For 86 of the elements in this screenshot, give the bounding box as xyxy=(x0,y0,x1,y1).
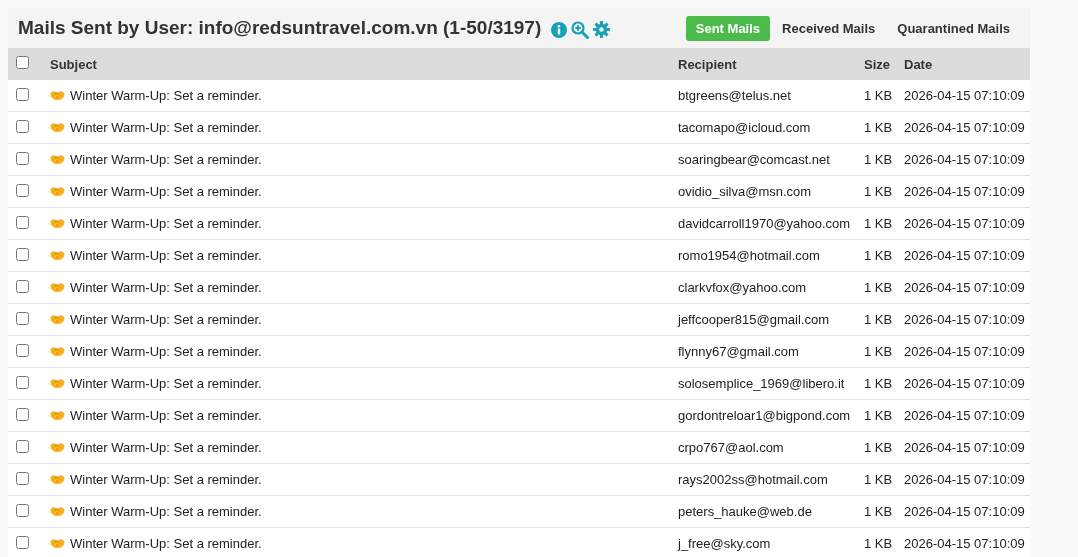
subject-link[interactable]: Winter Warm-Up: Set a reminder. xyxy=(70,343,262,359)
recipient-text: crpo767@aol.com xyxy=(678,440,784,455)
size-text: 1 KB xyxy=(864,280,893,295)
row-checkbox[interactable] xyxy=(16,535,29,549)
size-text: 1 KB xyxy=(864,440,893,455)
subject-link[interactable]: Winter Warm-Up: Set a reminder. xyxy=(70,503,262,519)
subject-link[interactable]: Winter Warm-Up: Set a reminder. xyxy=(70,375,262,391)
size-text: 1 KB xyxy=(864,472,893,487)
subject-link[interactable]: Winter Warm-Up: Set a reminder. xyxy=(70,407,262,423)
row-checkbox[interactable] xyxy=(16,215,29,229)
recipient-text: soaringbear@comcast.net xyxy=(678,152,830,167)
date-text: 2026-04-15 07:10:09 xyxy=(904,88,1025,103)
row-checkbox[interactable] xyxy=(16,151,29,165)
page-title: Mails Sent by User: info@redsuntravel.com.vn (1-50/3197) xyxy=(18,17,542,39)
recipient-text: j_free@sky.com xyxy=(678,536,771,551)
column-header[interactable]: Date xyxy=(904,56,933,72)
date-text: 2026-04-15 07:10:09 xyxy=(904,152,1025,167)
row-checkbox[interactable] xyxy=(16,279,29,293)
subject-link[interactable]: Winter Warm-Up: Set a reminder. xyxy=(70,87,262,103)
subject-link[interactable]: Winter Warm-Up: Set a reminder. xyxy=(70,119,262,135)
settings-icon[interactable] xyxy=(593,21,611,38)
row-checkbox[interactable] xyxy=(16,247,29,261)
recipient-text: jeffcooper815@gmail.com xyxy=(678,312,829,327)
row-checkbox[interactable] xyxy=(16,87,29,101)
subject-link[interactable]: Winter Warm-Up: Set a reminder. xyxy=(70,183,262,199)
size-text: 1 KB xyxy=(864,120,893,135)
zoom-in-icon[interactable] xyxy=(571,20,590,39)
size-text: 1 KB xyxy=(864,184,893,199)
date-text: 2026-04-15 07:10:09 xyxy=(904,184,1025,199)
date-text: 2026-04-15 07:10:09 xyxy=(904,280,1025,295)
row-checkbox[interactable] xyxy=(16,439,29,453)
subject-link[interactable]: Winter Warm-Up: Set a reminder. xyxy=(70,247,262,263)
tab[interactable]: Quarantined Mails xyxy=(887,15,1020,41)
date-text: 2026-04-15 07:10:09 xyxy=(904,344,1025,359)
recipient-text: solosemplice_1969@libero.it xyxy=(678,376,845,391)
date-text: 2026-04-15 07:10:09 xyxy=(904,440,1025,455)
subject-link[interactable]: Winter Warm-Up: Set a reminder. xyxy=(70,279,262,295)
tab[interactable]: Received Mails xyxy=(772,15,886,41)
recipient-text: gordontreloar1@bigpond.com xyxy=(678,408,851,423)
date-text: 2026-04-15 07:10:09 xyxy=(904,376,1025,391)
size-text: 1 KB xyxy=(864,248,893,263)
recipient-text: davidcarroll1970@yahoo.com xyxy=(678,216,851,231)
date-text: 2026-04-15 07:10:09 xyxy=(904,216,1025,231)
row-checkbox[interactable] xyxy=(16,119,29,133)
size-text: 1 KB xyxy=(864,344,893,359)
select-all-checkbox[interactable] xyxy=(16,56,29,69)
date-text: 2026-04-15 07:10:09 xyxy=(904,536,1025,551)
subject-link[interactable]: Winter Warm-Up: Set a reminder. xyxy=(70,535,262,551)
row-checkbox[interactable] xyxy=(16,375,29,389)
row-checkbox[interactable] xyxy=(16,183,29,197)
size-text: 1 KB xyxy=(864,536,893,551)
recipient-text: btgreens@telus.net xyxy=(678,88,791,103)
recipient-text: peters_hauke@web.de xyxy=(678,504,812,519)
size-text: 1 KB xyxy=(864,504,893,519)
subject-link[interactable]: Winter Warm-Up: Set a reminder. xyxy=(70,471,262,487)
row-checkbox[interactable] xyxy=(16,471,29,485)
size-text: 1 KB xyxy=(864,312,893,327)
row-checkbox[interactable] xyxy=(16,343,29,357)
date-text: 2026-04-15 07:10:09 xyxy=(904,472,1025,487)
date-text: 2026-04-15 07:10:09 xyxy=(904,120,1025,135)
subject-link[interactable]: Winter Warm-Up: Set a reminder. xyxy=(70,151,262,167)
row-checkbox[interactable] xyxy=(16,503,29,517)
date-text: 2026-04-15 07:10:09 xyxy=(904,408,1025,423)
date-text: 2026-04-15 07:10:09 xyxy=(904,248,1025,263)
size-text: 1 KB xyxy=(864,408,893,423)
recipient-text: clarkvfox@yahoo.com xyxy=(678,280,807,295)
date-text: 2026-04-15 07:10:09 xyxy=(904,504,1025,519)
date-text: 2026-04-15 07:10:09 xyxy=(904,312,1025,327)
row-checkbox[interactable] xyxy=(16,407,29,421)
recipient-text: tacomapo@icloud.com xyxy=(678,120,811,135)
subject-link[interactable]: Winter Warm-Up: Set a reminder. xyxy=(70,439,262,455)
info-icon[interactable] xyxy=(551,21,568,38)
recipient-text: flynny67@gmail.com xyxy=(678,344,799,359)
size-text: 1 KB xyxy=(864,88,893,103)
column-header[interactable]: Recipient xyxy=(678,56,737,72)
column-header[interactable]: Size xyxy=(864,56,890,72)
recipient-text: rays2002ss@hotmail.com xyxy=(678,472,828,487)
subject-link[interactable]: Winter Warm-Up: Set a reminder. xyxy=(70,215,262,231)
recipient-text: romo1954@hotmail.com xyxy=(678,248,820,263)
subject-link[interactable]: Winter Warm-Up: Set a reminder. xyxy=(70,311,262,327)
size-text: 1 KB xyxy=(864,152,893,167)
row-checkbox[interactable] xyxy=(16,311,29,325)
recipient-text: ovidio_silva@msn.com xyxy=(678,184,812,199)
size-text: 1 KB xyxy=(864,376,893,391)
size-text: 1 KB xyxy=(864,216,893,231)
column-header[interactable]: Subject xyxy=(50,56,97,72)
